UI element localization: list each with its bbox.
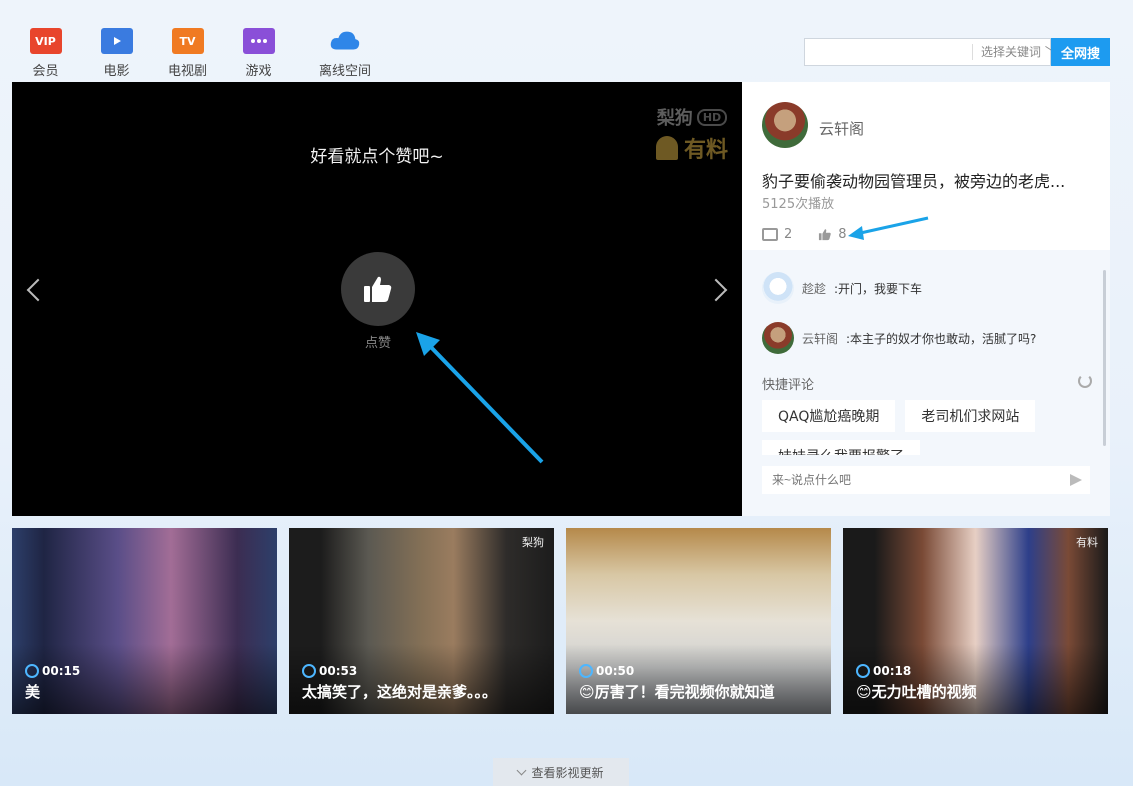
nav-item-label: 会员 bbox=[32, 64, 59, 79]
nav-item-label: 游戏 bbox=[245, 64, 272, 79]
nav-item-label: 电影 bbox=[103, 64, 130, 79]
search-input[interactable] bbox=[805, 39, 972, 65]
video-thumbnail[interactable]: 梨狗 00:53 太搞笑了，这绝对是亲爹。。。 bbox=[289, 528, 554, 714]
comment-count: 2 bbox=[784, 227, 793, 242]
cloud-icon bbox=[329, 28, 361, 54]
thumbnail-shade bbox=[566, 644, 831, 714]
source-tag: 有料 bbox=[1076, 536, 1098, 549]
clock-icon bbox=[25, 664, 39, 678]
source-tag: 梨狗 bbox=[522, 536, 544, 549]
duration: 00:15 bbox=[25, 664, 80, 678]
ghost-icon bbox=[655, 136, 678, 160]
keyword-select-label: 选择关键词 bbox=[981, 45, 1042, 59]
comment-item: 云轩阁 :本主子的奴才你也敢动，活腻了吗? bbox=[762, 322, 1092, 354]
comment-input[interactable] bbox=[762, 472, 1070, 488]
nav-item-vip[interactable]: VIP 会员 bbox=[10, 28, 81, 79]
thumbnail-title: 😊无力吐槽的视频 bbox=[856, 683, 977, 701]
game-icon bbox=[242, 28, 275, 54]
chevron-down-icon bbox=[517, 765, 527, 775]
nav-item-movie[interactable]: 电影 bbox=[81, 28, 152, 79]
video-thumbnail[interactable]: 有料 00:18 😊无力吐槽的视频 bbox=[843, 528, 1108, 714]
quick-comment-chip[interactable]: 妹妹录么我要报警了 bbox=[762, 440, 920, 455]
duration: 00:18 bbox=[856, 664, 911, 678]
clock-icon bbox=[302, 664, 316, 678]
nav-item-offline-space[interactable]: 离线空间 bbox=[300, 28, 390, 79]
refresh-icon[interactable] bbox=[1078, 374, 1092, 388]
commenter-name[interactable]: 趁趁 bbox=[802, 280, 826, 297]
video-info: 云轩阁 豹子要偷袭动物园管理员，被旁边的老虎... 5125次播放 2 8 bbox=[742, 82, 1110, 250]
watermark-bottom: 有料 bbox=[655, 132, 728, 164]
top-nav: VIP 会员 电影 TV 电视剧 游戏 离线空间 bbox=[10, 28, 390, 79]
video-info-panel: 云轩阁 豹子要偷袭动物园管理员，被旁边的老虎... 5125次播放 2 8 趁趁… bbox=[742, 82, 1110, 516]
duration-text: 00:50 bbox=[596, 664, 635, 678]
hd-badge: HD bbox=[696, 108, 728, 126]
next-arrow-icon[interactable] bbox=[704, 278, 728, 302]
author-name[interactable]: 云轩阁 bbox=[819, 118, 864, 139]
thumbs-up-small-icon bbox=[819, 229, 832, 241]
video-stats: 2 8 bbox=[762, 227, 847, 242]
duration-text: 00:18 bbox=[873, 664, 912, 678]
thumbnail-title: 美 bbox=[25, 683, 41, 701]
watermark-youliao: 有料 bbox=[683, 138, 728, 163]
vip-icon: VIP bbox=[29, 28, 62, 54]
thumbnail-title: 太搞笑了，这绝对是亲爹。。。 bbox=[302, 683, 498, 701]
nav-item-game[interactable]: 游戏 bbox=[223, 28, 294, 79]
quick-comment-chips: QAQ尴尬癌晚期 老司机们求网站 妹妹录么我要报警了 bbox=[762, 400, 1092, 455]
author-avatar[interactable] bbox=[762, 102, 808, 148]
quick-comment-heading: 快捷评论 bbox=[762, 378, 815, 393]
like-label: 点赞 bbox=[364, 336, 391, 351]
comment-item: 趁趁 :开门，我要下车 bbox=[762, 272, 1092, 304]
nav-item-label: 离线空间 bbox=[318, 64, 371, 79]
player-caption: 好看就点个赞吧~ bbox=[310, 147, 444, 167]
like-stat[interactable]: 8 bbox=[818, 227, 847, 242]
quick-comment-chip[interactable]: QAQ尴尬癌晚期 bbox=[762, 400, 896, 432]
comment-text: :本主子的奴才你也敢动，活腻了吗? bbox=[846, 331, 1037, 346]
nav-item-tv[interactable]: TV 电视剧 bbox=[152, 28, 223, 79]
view-more-label: 查看影视更新 bbox=[531, 765, 604, 780]
quick-comment-header: 快捷评论 bbox=[762, 374, 1092, 393]
comment-stat[interactable]: 2 bbox=[762, 227, 792, 242]
duration: 00:50 bbox=[579, 664, 634, 678]
duration-text: 00:15 bbox=[42, 664, 81, 678]
send-icon[interactable] bbox=[1070, 474, 1082, 486]
watermark-top: 梨狗 HD bbox=[656, 104, 728, 130]
like-button[interactable] bbox=[341, 252, 415, 326]
search-bar: 选择关键词 ﹀ 全网搜 bbox=[804, 38, 1110, 66]
video-thumbnail[interactable]: 00:15 美 bbox=[12, 528, 277, 714]
watermark: 梨狗 HD 有料 bbox=[655, 104, 728, 164]
commenter-avatar[interactable] bbox=[762, 322, 794, 354]
comment-text: :开门，我要下车 bbox=[834, 281, 923, 296]
commenter-avatar[interactable] bbox=[762, 272, 794, 304]
quick-comment-chip[interactable]: 老司机们求网站 bbox=[905, 400, 1036, 432]
commenter-name[interactable]: 云轩阁 bbox=[802, 330, 838, 347]
video-thumbnail[interactable]: 00:50 😊厉害了！看完视频你就知道 bbox=[566, 528, 831, 714]
duration-text: 00:53 bbox=[319, 664, 358, 678]
clock-icon bbox=[579, 664, 593, 678]
view-more-button[interactable]: 查看影视更新 bbox=[493, 758, 629, 786]
comment-scrollbar[interactable] bbox=[1103, 270, 1106, 446]
thumbnail-shade bbox=[843, 644, 1108, 714]
tv-icon: TV bbox=[171, 28, 204, 54]
play-count: 5125次播放 bbox=[762, 197, 835, 212]
comment-input-box bbox=[762, 466, 1090, 494]
previous-arrow-icon[interactable] bbox=[26, 278, 50, 302]
like-control: 点赞 bbox=[341, 252, 415, 351]
search-box: 选择关键词 ﹀ bbox=[804, 38, 1057, 66]
thumbs-up-icon bbox=[364, 276, 392, 302]
watermark-brand: 梨狗 bbox=[656, 108, 693, 129]
movie-icon bbox=[100, 28, 133, 54]
search-all-button[interactable]: 全网搜 bbox=[1051, 38, 1110, 66]
video-player[interactable]: 好看就点个赞吧~ 梨狗 HD 有料 点赞 bbox=[12, 82, 742, 516]
duration: 00:53 bbox=[302, 664, 357, 678]
clock-icon bbox=[856, 664, 870, 678]
comment-icon bbox=[762, 228, 778, 241]
thumbnail-shade bbox=[12, 644, 277, 714]
thumbnail-title: 😊厉害了！看完视频你就知道 bbox=[579, 683, 775, 701]
comment-list: 趁趁 :开门，我要下车 云轩阁 :本主子的奴才你也敢动，活腻了吗? bbox=[762, 272, 1092, 372]
recommended-videos: 00:15 美 梨狗 00:53 太搞笑了，这绝对是亲爹。。。 00:50 😊厉… bbox=[12, 528, 1108, 714]
nav-item-label: 电视剧 bbox=[167, 64, 207, 79]
video-title: 豹子要偷袭动物园管理员，被旁边的老虎... bbox=[762, 172, 1066, 191]
like-count: 8 bbox=[838, 227, 847, 242]
thumbnail-shade bbox=[289, 644, 554, 714]
